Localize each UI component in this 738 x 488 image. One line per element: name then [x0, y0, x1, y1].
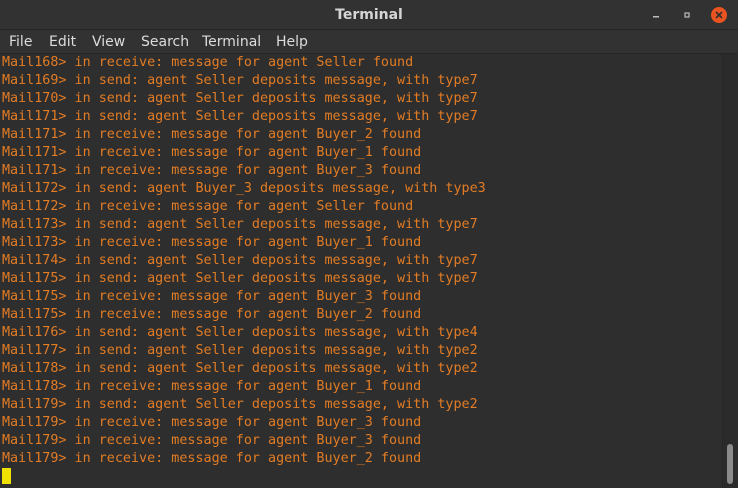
menu-terminal[interactable]: Terminal: [201, 32, 262, 52]
terminal-line: Mail179> in receive: message for agent B…: [2, 433, 422, 448]
menu-file[interactable]: File: [8, 32, 33, 52]
close-button[interactable]: [710, 6, 728, 24]
minimize-button[interactable]: [647, 6, 665, 24]
close-icon: [715, 11, 723, 19]
terminal-cursor: [2, 468, 11, 484]
terminal-line: Mail177> in send: agent Seller deposits …: [2, 343, 478, 358]
terminal-line: Mail179> in receive: message for agent B…: [2, 451, 422, 466]
terminal-line: Mail175> in send: agent Seller deposits …: [2, 271, 478, 286]
terminal-line: Mail179> in send: agent Seller deposits …: [2, 397, 478, 412]
terminal-line: Mail178> in send: agent Seller deposits …: [2, 361, 478, 376]
terminal-line: Mail174> in send: agent Seller deposits …: [2, 253, 478, 268]
maximize-icon: [684, 12, 690, 18]
terminal-line: Mail179> in receive: message for agent B…: [2, 415, 422, 430]
terminal-line: Mail175> in receive: message for agent B…: [2, 289, 422, 304]
terminal-window: Terminal File Edit View Search Terminal: [0, 0, 738, 488]
terminal-line: Mail173> in send: agent Seller deposits …: [2, 217, 478, 232]
terminal-line: Mail170> in send: agent Seller deposits …: [2, 91, 478, 106]
minimize-icon: [653, 16, 659, 18]
terminal-line: Mail168> in receive: message for agent S…: [2, 55, 414, 70]
menu-search[interactable]: Search: [140, 32, 190, 52]
vertical-scrollbar[interactable]: [722, 54, 738, 488]
terminal-line: Mail171> in receive: message for agent B…: [2, 145, 422, 160]
terminal-line: Mail178> in receive: message for agent B…: [2, 379, 422, 394]
maximize-button[interactable]: [678, 6, 696, 24]
terminal-line: Mail176> in send: agent Seller deposits …: [2, 325, 478, 340]
terminal-line: Mail172> in receive: message for agent S…: [2, 199, 414, 214]
terminal-line: Mail172> in send: agent Buyer_3 deposits…: [2, 181, 486, 196]
menu-help[interactable]: Help: [275, 32, 309, 52]
terminal-line: Mail171> in receive: message for agent B…: [2, 163, 422, 178]
terminal-line: Mail169> in send: agent Seller deposits …: [2, 73, 478, 88]
menu-edit[interactable]: Edit: [48, 32, 77, 52]
terminal-line: Mail175> in receive: message for agent B…: [2, 307, 422, 322]
terminal-line: Mail171> in receive: message for agent B…: [2, 127, 422, 142]
window-title: Terminal: [335, 7, 403, 23]
title-bar[interactable]: Terminal: [0, 0, 738, 30]
terminal-output[interactable]: Mail168> in receive: message for agent S…: [0, 54, 722, 488]
menu-view[interactable]: View: [91, 32, 126, 52]
scroll-thumb[interactable]: [727, 444, 733, 484]
terminal-line: Mail171> in send: agent Seller deposits …: [2, 109, 478, 124]
menu-bar: File Edit View Search Terminal Help: [0, 30, 738, 54]
terminal-line: Mail173> in receive: message for agent B…: [2, 235, 422, 250]
